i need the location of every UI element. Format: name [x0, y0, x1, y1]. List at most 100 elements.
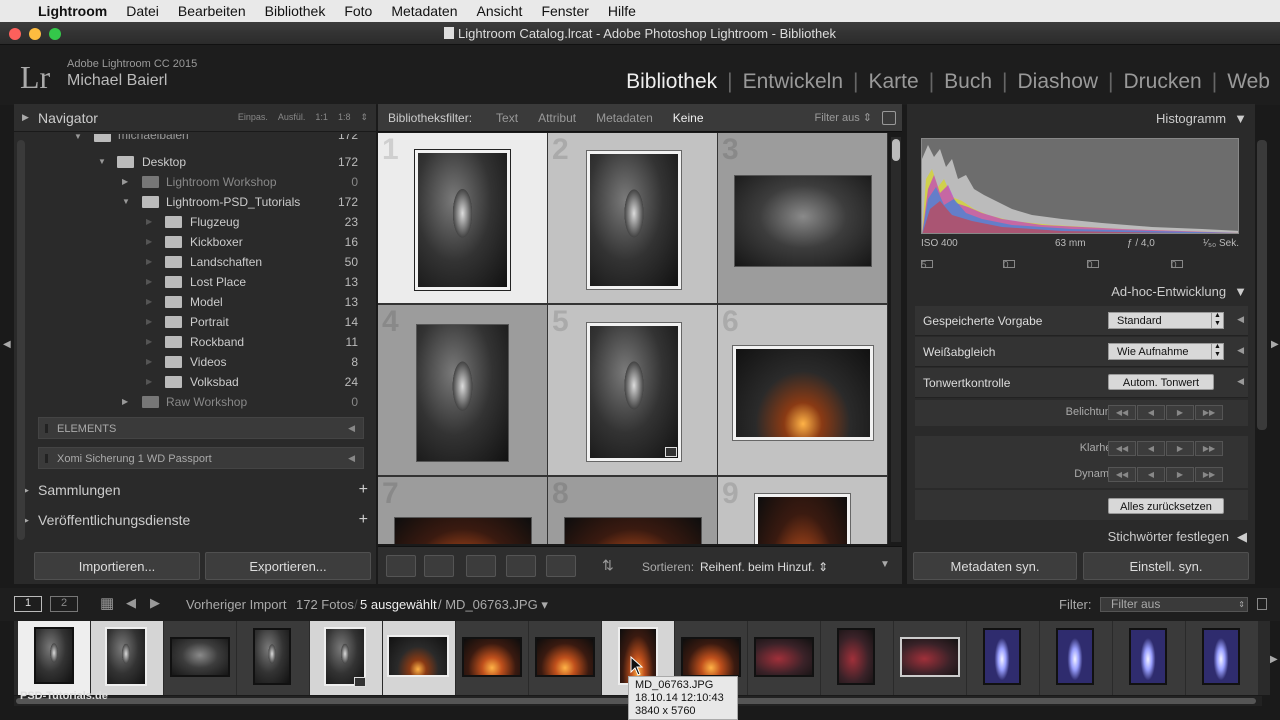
filmstrip-cell[interactable]: [456, 621, 528, 695]
filmstrip-cell[interactable]: [1113, 621, 1185, 695]
volume-elements[interactable]: ELEMENTS ◀: [38, 417, 364, 439]
filter-text[interactable]: Text: [496, 111, 518, 125]
folder-row[interactable]: ▶ Videos 8: [14, 352, 366, 372]
vibrance-large-down-button[interactable]: ◀◀: [1108, 467, 1136, 482]
filmstrip-cell[interactable]: [529, 621, 601, 695]
grid-cell[interactable]: 6: [718, 305, 887, 475]
loupe-view-icon[interactable]: [424, 555, 454, 577]
filmstrip-cell[interactable]: [821, 621, 893, 695]
filter-metadata[interactable]: Metadaten: [596, 111, 653, 125]
zoom-fill[interactable]: Ausfül.: [278, 112, 306, 123]
clarity-small-down-button[interactable]: ◀: [1137, 441, 1165, 456]
grid-view-icon[interactable]: ▦: [100, 594, 114, 612]
folder-row[interactable]: ▶ Raw Workshop 0: [14, 392, 366, 412]
grid-cell[interactable]: 5: [548, 305, 717, 475]
menu-foto[interactable]: Foto: [344, 3, 372, 19]
secondary-display-button[interactable]: 2: [50, 596, 78, 612]
vibrance-small-down-button[interactable]: ◀: [1137, 467, 1165, 482]
zoom-1-1[interactable]: 1:1: [315, 112, 328, 123]
filmstrip-cell[interactable]: [1040, 621, 1112, 695]
right-panel-toggle-icon[interactable]: ▶: [1271, 339, 1279, 350]
menu-datei[interactable]: Datei: [126, 3, 159, 19]
clarity-large-up-button[interactable]: ▶▶: [1195, 441, 1223, 456]
filmstrip-cell[interactable]: [18, 621, 90, 695]
import-button[interactable]: Importieren...: [34, 552, 200, 580]
module-buch[interactable]: Buch: [934, 70, 1002, 94]
folder-row[interactable]: ▶ Kickboxer 16: [14, 232, 366, 252]
left-panel-toggle-icon[interactable]: ◀: [3, 339, 11, 350]
module-web[interactable]: Web: [1217, 70, 1280, 94]
exposure-small-up-button[interactable]: ▶: [1166, 405, 1194, 420]
filmstrip-cell[interactable]: [967, 621, 1039, 695]
exposure-large-down-button[interactable]: ◀◀: [1108, 405, 1136, 420]
clarity-large-down-button[interactable]: ◀◀: [1108, 441, 1136, 456]
grid-cell[interactable]: 3: [718, 133, 887, 303]
module-entwickeln[interactable]: Entwickeln: [733, 70, 853, 94]
folder-row[interactable]: ▶ Volksbad 24: [14, 372, 366, 392]
filmstrip-cell[interactable]: [310, 621, 382, 695]
zoom-1-8[interactable]: 1:8: [338, 112, 351, 123]
exposure-small-down-button[interactable]: ◀: [1137, 405, 1165, 420]
filmstrip-cell[interactable]: [748, 621, 820, 695]
filter-none[interactable]: Keine: [673, 111, 704, 125]
grid-cell[interactable]: 2: [548, 133, 717, 303]
module-karte[interactable]: Karte: [858, 70, 928, 94]
grid-cell[interactable]: 1: [378, 133, 547, 303]
sync-settings-button[interactable]: Einstell. syn.: [1083, 552, 1249, 580]
zoom-fit[interactable]: Einpas.: [238, 112, 268, 123]
vibrance-small-up-button[interactable]: ▶: [1166, 467, 1194, 482]
source-label[interactable]: Vorheriger Import: [186, 597, 286, 612]
photo-thumbnail[interactable]: [414, 149, 511, 291]
folder-row[interactable]: ▶ Landschaften 50: [14, 252, 366, 272]
module-drucken[interactable]: Drucken: [1114, 70, 1212, 94]
vibrance-large-up-button[interactable]: ▶▶: [1195, 467, 1223, 482]
exposure-large-up-button[interactable]: ▶▶: [1195, 405, 1223, 420]
keywording-header[interactable]: Stichwörter festlegen ◀: [1108, 529, 1247, 545]
folder-row[interactable]: ▶ Lost Place 13: [14, 272, 366, 292]
filmstrip-cell[interactable]: [91, 621, 163, 695]
folder-row[interactable]: ▶ Model 13: [14, 292, 366, 312]
publish-services-header[interactable]: ▶ Veröffentlichungsdienste +: [14, 506, 376, 534]
menu-metadaten[interactable]: Metadaten: [391, 3, 457, 19]
menu-bibliothek[interactable]: Bibliothek: [265, 3, 326, 19]
filmstrip-scroll-right-icon[interactable]: ▶: [1270, 654, 1278, 665]
reset-all-button[interactable]: Alles zurücksetzen: [1108, 498, 1224, 514]
grid-cell[interactable]: 7: [378, 477, 547, 544]
primary-display-button[interactable]: 1: [14, 596, 42, 612]
filmstrip-cell[interactable]: [237, 621, 309, 695]
folder-row[interactable]: ▶ Flugzeug 23: [14, 212, 366, 232]
filter-attribute[interactable]: Attribut: [538, 111, 576, 125]
photo-thumbnail[interactable]: [416, 324, 509, 462]
folder-row[interactable]: ▶ Rockband 11: [14, 332, 366, 352]
add-publish-service-icon[interactable]: +: [359, 511, 368, 529]
selected-file[interactable]: / MD_06763.JPG ▾: [438, 597, 548, 613]
grid-scrollbar[interactable]: [891, 137, 901, 542]
sort-direction-icon[interactable]: ⇅: [602, 557, 614, 574]
filmstrip-cell[interactable]: [894, 621, 966, 695]
quick-develop-header[interactable]: Ad-hoc-Entwicklung ▼: [1111, 284, 1247, 299]
lock-icon[interactable]: [882, 110, 896, 125]
photo-thumbnail[interactable]: [734, 175, 872, 267]
photo-thumbnail[interactable]: [732, 345, 874, 441]
people-view-icon[interactable]: [546, 555, 576, 577]
back-arrow-icon[interactable]: ◀: [126, 595, 136, 611]
grid-view-icon[interactable]: [386, 555, 416, 577]
volume-passport[interactable]: Xomi Sicherung 1 WD Passport ◀: [38, 447, 364, 469]
compare-view-icon[interactable]: [466, 555, 496, 577]
filmstrip-filter-select[interactable]: Filter aus ⇕: [1100, 597, 1248, 612]
folder-row[interactable]: ▶ Portrait 14: [14, 312, 366, 332]
white-balance-select[interactable]: Wie Aufnahme ▲ ▼: [1108, 343, 1224, 360]
menu-fenster[interactable]: Fenster: [541, 3, 588, 19]
menu-app[interactable]: Lightroom: [38, 3, 107, 19]
clarity-small-up-button[interactable]: ▶: [1166, 441, 1194, 456]
photo-thumbnail[interactable]: [564, 517, 702, 544]
filmstrip-cell[interactable]: [164, 621, 236, 695]
menu-bearbeiten[interactable]: Bearbeiten: [178, 3, 246, 19]
sync-metadata-button[interactable]: Metadaten syn.: [913, 552, 1077, 580]
module-diashow[interactable]: Diashow: [1008, 70, 1109, 94]
zoom-menu-icon[interactable]: ⇕: [360, 112, 368, 123]
right-panel-scrollbar[interactable]: [1257, 140, 1267, 430]
left-panel-scrollbar[interactable]: [17, 140, 25, 540]
auto-tone-button[interactable]: Autom. Tonwert: [1108, 374, 1214, 390]
folder-row[interactable]: ▼ Desktop 172: [14, 152, 366, 172]
